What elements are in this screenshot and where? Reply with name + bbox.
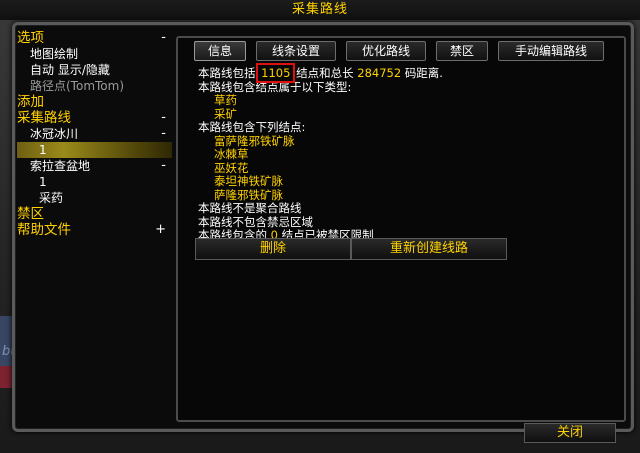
tab-manual-edit[interactable]: 手动编辑路线: [498, 41, 604, 61]
section-label: 禁区: [17, 206, 44, 222]
node-item: 萨隆邪铁矿脉: [214, 187, 283, 202]
zone-label: 索拉查盆地: [30, 159, 91, 173]
node-item: 巫妖花: [214, 160, 249, 175]
sidebar-item-waypoints[interactable]: 路径点(TomTom): [17, 78, 172, 94]
delete-button[interactable]: 删除: [195, 238, 351, 260]
sidebar-route-sholazar-herb[interactable]: 采药: [17, 190, 172, 206]
route-info: 本路线包括 1105 结点和总长 284752 码距离. 本路线包含结点属于以下…: [198, 63, 618, 243]
summary-suffix: 码距离.: [404, 66, 443, 80]
sidebar-route-sholazar-1[interactable]: 1: [17, 174, 172, 190]
summary-prefix: 本路线包括: [198, 66, 256, 80]
sidebar-item-auto-show-hide[interactable]: 自动 显示/隐藏: [17, 62, 172, 78]
total-length: 284752: [357, 66, 402, 80]
recreate-route-button[interactable]: 重新创建线路: [351, 238, 507, 260]
sidebar-zone-sholazar[interactable]: 索拉查盆地 -: [17, 158, 172, 174]
sidebar: 选项 - 地图绘制 自动 显示/隐藏 路径点(TomTom) 添加 采集路线 -…: [17, 30, 172, 414]
section-label: 添加: [17, 94, 44, 110]
section-label: 采集路线: [17, 110, 71, 126]
type-item: 草药: [214, 93, 237, 107]
types-heading: 本路线包含结点属于以下类型:: [198, 79, 352, 94]
node-item: 泰坦神铁矿脉: [214, 174, 283, 188]
not-merged-text: 本路线不是聚合路线: [198, 201, 302, 215]
route-summary: 本路线包括 1105 结点和总长 284752 码距离.: [198, 63, 618, 83]
nodes-heading: 本路线包含下列结点:: [198, 120, 306, 134]
sidebar-section-routes[interactable]: 采集路线 -: [17, 110, 172, 126]
node-count: 1105: [256, 63, 296, 83]
sidebar-zone-icecrown[interactable]: 冰冠冰川 -: [17, 126, 172, 142]
expand-icon[interactable]: +: [155, 222, 166, 238]
close-button[interactable]: 关闭: [524, 423, 616, 443]
collapse-icon[interactable]: -: [161, 30, 166, 46]
section-label: 帮助文件: [17, 222, 71, 238]
tab-info[interactable]: 信息: [194, 41, 246, 61]
sidebar-section-help[interactable]: 帮助文件 +: [17, 222, 172, 238]
sidebar-item-map-draw[interactable]: 地图绘制: [17, 46, 172, 62]
node-item: 富萨隆邪铁矿脉: [214, 133, 295, 148]
collapse-icon[interactable]: -: [161, 110, 166, 126]
summary-mid: 结点和总长: [296, 66, 354, 80]
sidebar-section-options[interactable]: 选项 -: [17, 30, 172, 46]
zone-label: 冰冠冰川: [30, 127, 79, 141]
collapse-icon[interactable]: -: [161, 126, 166, 142]
window-title: 采集路线: [0, 0, 640, 20]
no-forbidden-text: 本路线不包含禁忌区域: [198, 214, 313, 229]
section-label: 选项: [17, 30, 44, 46]
collapse-icon[interactable]: -: [161, 158, 166, 174]
sidebar-section-forbidden[interactable]: 禁区: [17, 206, 172, 222]
tab-forbidden-zones[interactable]: 禁区: [436, 41, 488, 61]
tab-line-settings[interactable]: 线条设置: [256, 41, 336, 61]
sidebar-section-add[interactable]: 添加: [17, 94, 172, 110]
type-item: 采矿: [214, 106, 237, 121]
tab-optimize-route[interactable]: 优化路线: [346, 41, 426, 61]
node-item: 冰棘草: [214, 147, 249, 161]
sidebar-route-icecrown-1[interactable]: 1: [17, 142, 172, 158]
